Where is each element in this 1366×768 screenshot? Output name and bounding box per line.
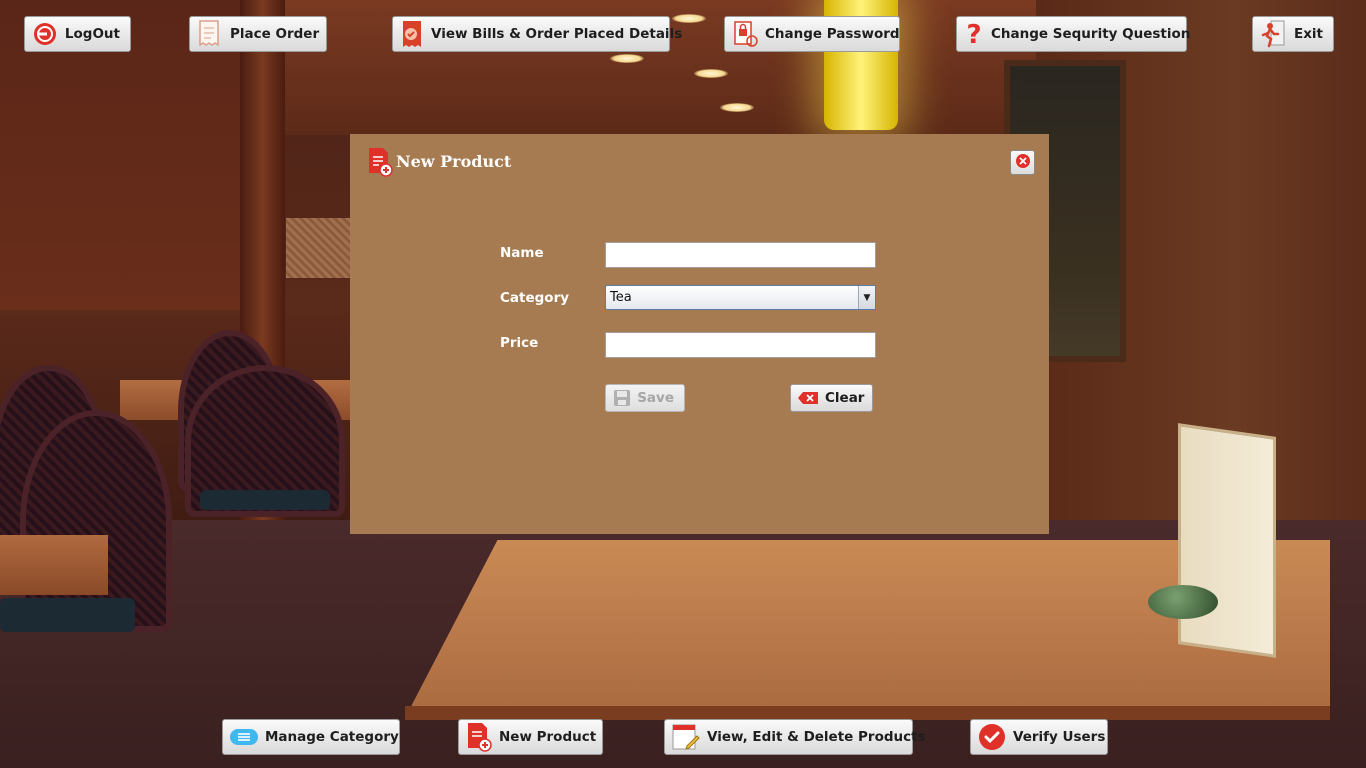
add-document-icon — [366, 147, 394, 181]
place-order-label: Place Order — [230, 26, 320, 42]
new-product-dialog: New Product Name Category Tea ▼ Price Sa… — [350, 134, 1049, 534]
exit-button[interactable]: Exit — [1252, 16, 1334, 52]
close-icon — [1015, 153, 1031, 173]
edit-document-icon — [671, 722, 701, 752]
chair-seat — [0, 598, 135, 632]
save-label: Save — [637, 390, 674, 406]
manage-category-label: Manage Category — [265, 729, 399, 745]
receipt-icon — [196, 19, 224, 49]
add-document-icon — [465, 722, 493, 752]
new-product-label: New Product — [499, 729, 597, 745]
view-bills-button[interactable]: View Bills & Order Placed Details — [392, 16, 682, 52]
menu-stand — [1178, 423, 1276, 658]
bill-icon — [399, 19, 425, 49]
save-button[interactable]: Save — [605, 384, 685, 412]
change-security-question-label: Change Sequrity Question — [991, 26, 1191, 42]
chevron-down-icon[interactable]: ▼ — [858, 286, 875, 309]
view-edit-delete-products-button[interactable]: View, Edit & Delete Products — [664, 719, 926, 755]
verify-users-button[interactable]: Verify Users — [970, 719, 1108, 755]
view-edit-delete-products-label: View, Edit & Delete Products — [707, 729, 926, 745]
change-password-button[interactable]: Change Password — [724, 16, 900, 52]
front-left-table — [0, 535, 108, 595]
category-label: Category — [500, 290, 570, 306]
chair-seat — [200, 490, 330, 510]
eraser-icon — [797, 387, 819, 409]
verify-users-label: Verify Users — [1013, 729, 1106, 745]
question-icon: ? — [963, 19, 985, 49]
price-label: Price — [500, 335, 539, 351]
service-bell — [1148, 585, 1218, 619]
new-product-button[interactable]: New Product — [458, 719, 603, 755]
verify-badge-icon — [977, 722, 1007, 752]
close-button[interactable] — [1010, 150, 1035, 175]
dialog-title: New Product — [396, 152, 512, 171]
category-select[interactable]: Tea ▼ — [605, 285, 876, 310]
place-order-button[interactable]: Place Order — [189, 16, 327, 52]
manage-category-button[interactable]: Manage Category — [222, 719, 400, 755]
logout-label: LogOut — [64, 26, 120, 42]
exit-label: Exit — [1293, 26, 1323, 42]
lock-document-icon — [731, 19, 759, 49]
change-password-label: Change Password — [765, 26, 900, 42]
name-field[interactable] — [605, 242, 876, 268]
clear-button[interactable]: Clear — [790, 384, 873, 412]
floppy-disk-icon — [612, 387, 631, 409]
name-label: Name — [500, 245, 544, 261]
ceiling-light — [672, 14, 706, 23]
price-field[interactable] — [605, 332, 876, 358]
lattice-divider — [286, 218, 350, 278]
front-table-edge — [405, 706, 1330, 720]
logout-button[interactable]: LogOut — [24, 16, 131, 52]
ceiling-light — [610, 54, 644, 63]
clear-label: Clear — [825, 390, 865, 406]
ceiling-light — [694, 69, 728, 78]
running-man-icon — [1259, 19, 1288, 49]
change-security-question-button[interactable]: ? Change Sequrity Question — [956, 16, 1191, 52]
power-icon — [31, 19, 59, 49]
category-icon — [229, 722, 259, 752]
ceiling-light — [720, 103, 754, 112]
svg-text:?: ? — [966, 20, 981, 48]
category-selected-value: Tea — [610, 290, 632, 305]
view-bills-label: View Bills & Order Placed Details — [431, 26, 683, 42]
